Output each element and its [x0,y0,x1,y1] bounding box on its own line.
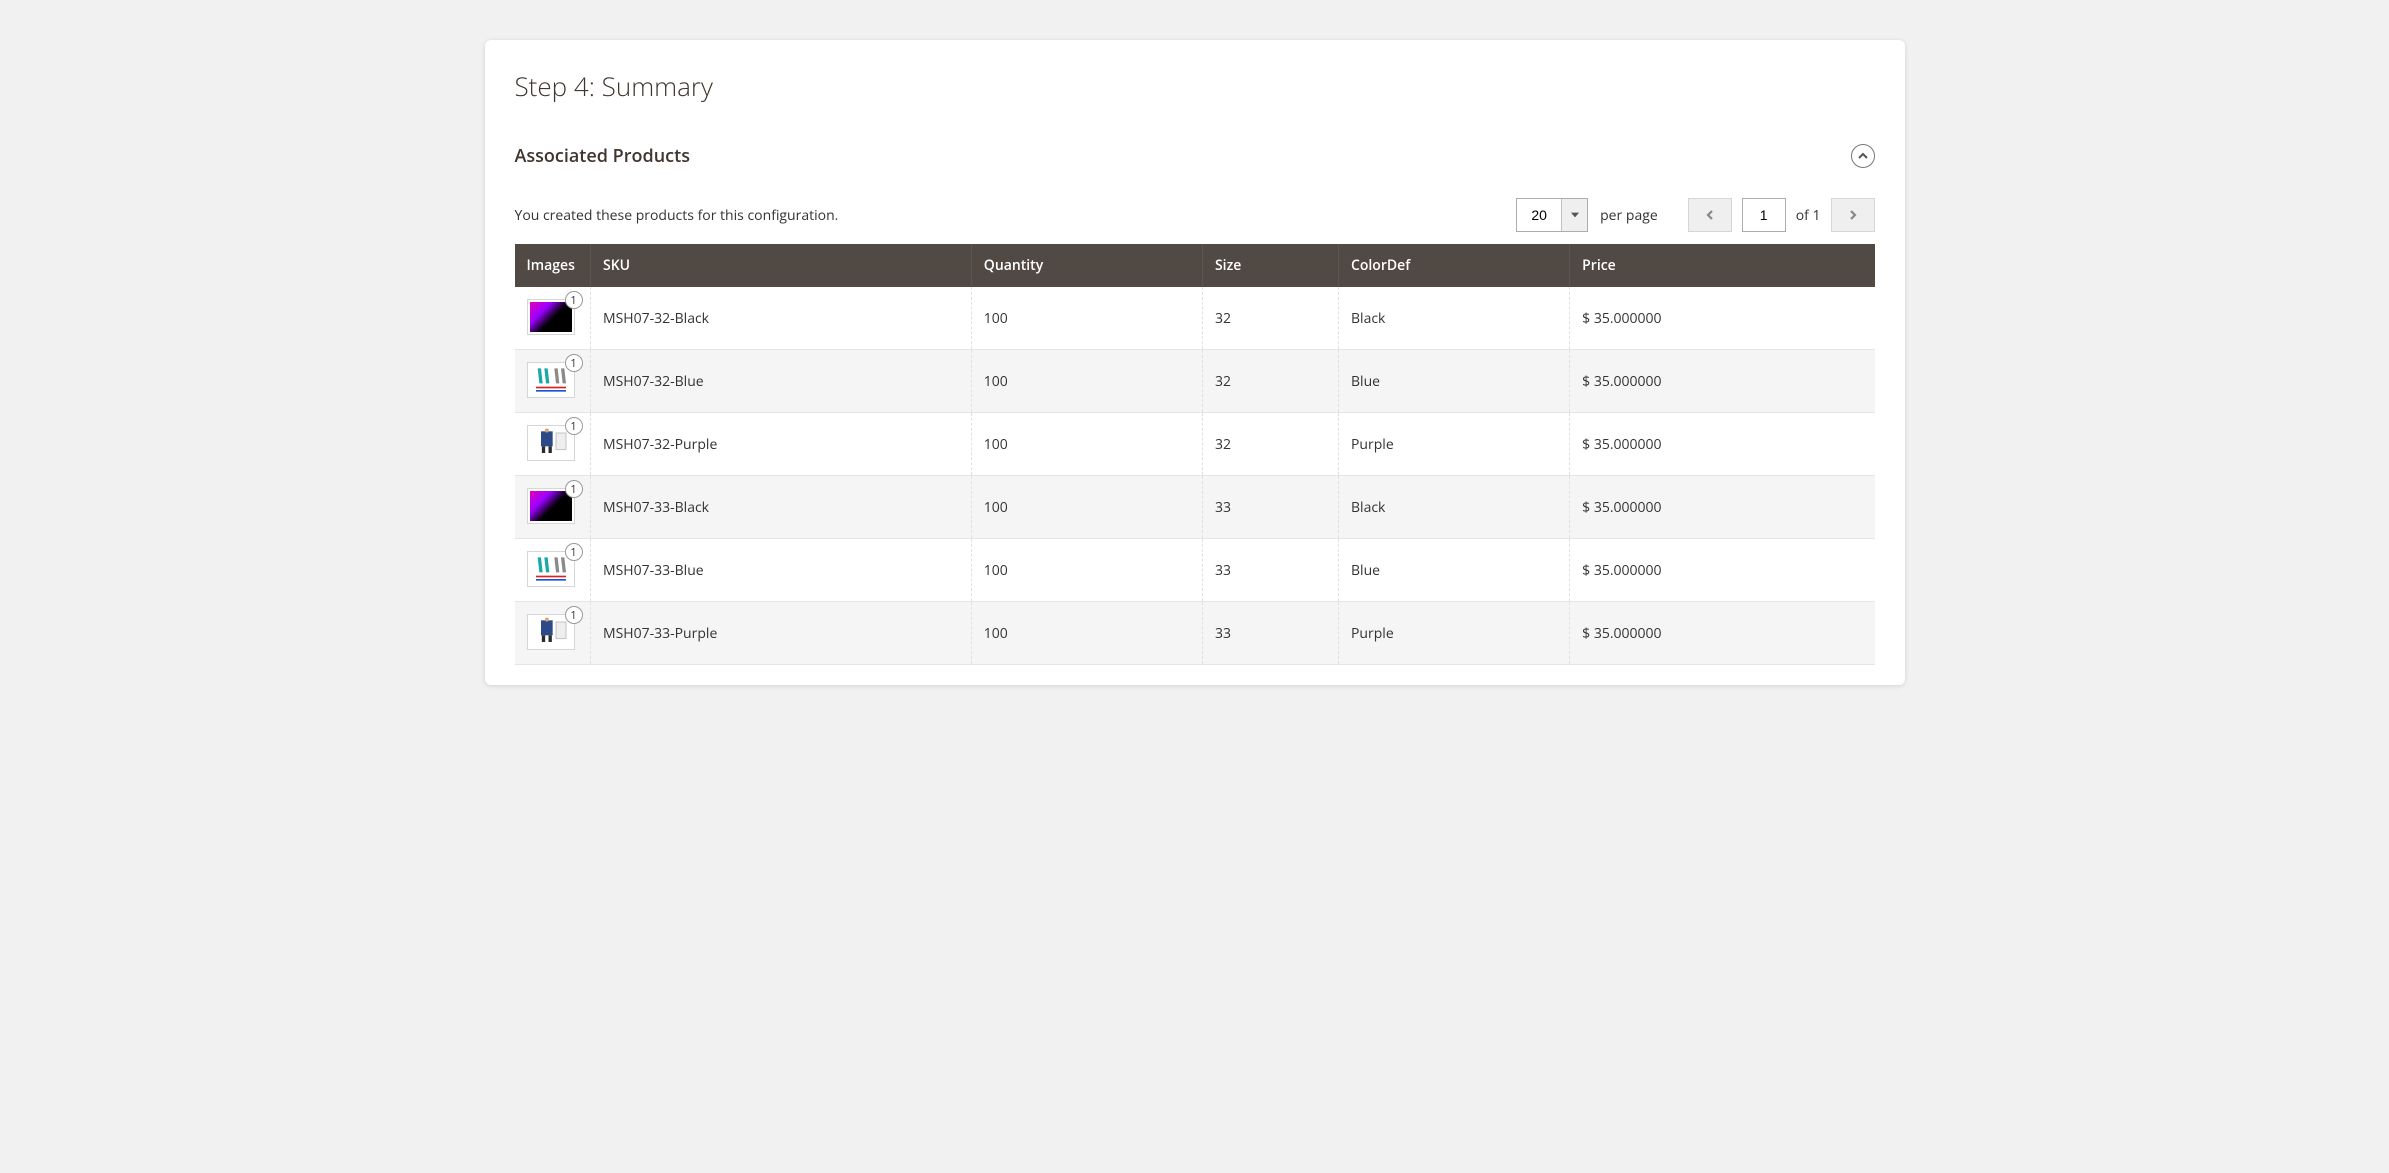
cell-size: 32 [1202,287,1338,350]
cell-image: 1 [515,350,591,413]
cell-quantity: 100 [971,476,1202,539]
cell-price: $ 35.000000 [1570,350,1875,413]
cell-size: 33 [1202,602,1338,665]
cell-colordef: Blue [1338,350,1569,413]
cell-price: $ 35.000000 [1570,287,1875,350]
step-title: Step 4: Summary [515,68,1875,104]
per-page-input-group [1516,198,1588,232]
col-header-sku[interactable]: SKU [591,244,972,287]
cell-quantity: 100 [971,287,1202,350]
cell-sku: MSH07-33-Black [591,476,972,539]
table-row[interactable]: 1 MSH07-33-Black10033Black$ 35.000000 [515,476,1875,539]
per-page-input[interactable] [1517,199,1561,231]
cell-quantity: 100 [971,350,1202,413]
current-page-input[interactable] [1742,198,1786,232]
thumbnail[interactable]: 1 [527,425,575,461]
per-page-control: per page [1516,198,1678,232]
cell-size: 33 [1202,539,1338,602]
cell-sku: MSH07-33-Purple [591,602,972,665]
page-total-label: of 1 [1796,206,1821,225]
cell-quantity: 100 [971,413,1202,476]
image-count-badge: 1 [565,417,583,435]
cell-quantity: 100 [971,539,1202,602]
cell-sku: MSH07-32-Purple [591,413,972,476]
image-count-badge: 1 [565,480,583,498]
table-row[interactable]: 1 MSH07-33-Purple10033Purple$ 35.000000 [515,602,1875,665]
cell-sku: MSH07-32-Blue [591,350,972,413]
table-row[interactable]: 1 MSH07-32-Purple10032Purple$ 35.000000 [515,413,1875,476]
image-count-badge: 1 [565,606,583,624]
cell-size: 32 [1202,413,1338,476]
section-header: Associated Products [515,144,1875,168]
table-row[interactable]: 1 MSH07-32-Black10032Black$ 35.000000 [515,287,1875,350]
image-count-badge: 1 [565,543,583,561]
chevron-right-icon [1848,210,1858,220]
products-table: Images SKU Quantity Size ColorDef Price … [515,244,1875,665]
col-header-quantity[interactable]: Quantity [971,244,1202,287]
cell-price: $ 35.000000 [1570,476,1875,539]
cell-price: $ 35.000000 [1570,539,1875,602]
chevron-left-icon [1705,210,1715,220]
cell-image: 1 [515,413,591,476]
description-text: You created these products for this conf… [515,206,839,225]
caret-down-icon [1571,211,1579,219]
cell-sku: MSH07-33-Blue [591,539,972,602]
toolbar-right: per page of 1 [1516,198,1874,232]
thumbnail[interactable]: 1 [527,488,575,524]
thumbnail[interactable]: 1 [527,614,575,650]
cell-image: 1 [515,539,591,602]
cell-colordef: Blue [1338,539,1569,602]
prev-page-button[interactable] [1688,198,1732,232]
table-row[interactable]: 1 MSH07-32-Blue10032Blue$ 35.000000 [515,350,1875,413]
thumbnail[interactable]: 1 [527,362,575,398]
table-row[interactable]: 1 MSH07-33-Blue10033Blue$ 35.000000 [515,539,1875,602]
cell-colordef: Purple [1338,413,1569,476]
next-page-button[interactable] [1831,198,1875,232]
col-header-size[interactable]: Size [1202,244,1338,287]
per-page-label: per page [1600,206,1658,225]
cell-size: 32 [1202,350,1338,413]
summary-card: Step 4: Summary Associated Products You … [485,40,1905,685]
thumbnail[interactable]: 1 [527,551,575,587]
cell-price: $ 35.000000 [1570,413,1875,476]
toolbar: You created these products for this conf… [515,198,1875,232]
image-count-badge: 1 [565,291,583,309]
cell-quantity: 100 [971,602,1202,665]
image-count-badge: 1 [565,354,583,372]
col-header-colordef[interactable]: ColorDef [1338,244,1569,287]
cell-image: 1 [515,476,591,539]
col-header-price[interactable]: Price [1570,244,1875,287]
per-page-dropdown-toggle[interactable] [1561,199,1587,231]
cell-colordef: Black [1338,287,1569,350]
col-header-images[interactable]: Images [515,244,591,287]
thumbnail[interactable]: 1 [527,299,575,335]
cell-image: 1 [515,287,591,350]
collapse-button[interactable] [1851,144,1875,168]
cell-colordef: Black [1338,476,1569,539]
cell-image: 1 [515,602,591,665]
cell-colordef: Purple [1338,602,1569,665]
cell-size: 33 [1202,476,1338,539]
chevron-up-icon [1858,151,1868,161]
cell-sku: MSH07-32-Black [591,287,972,350]
cell-price: $ 35.000000 [1570,602,1875,665]
section-title: Associated Products [515,144,690,168]
